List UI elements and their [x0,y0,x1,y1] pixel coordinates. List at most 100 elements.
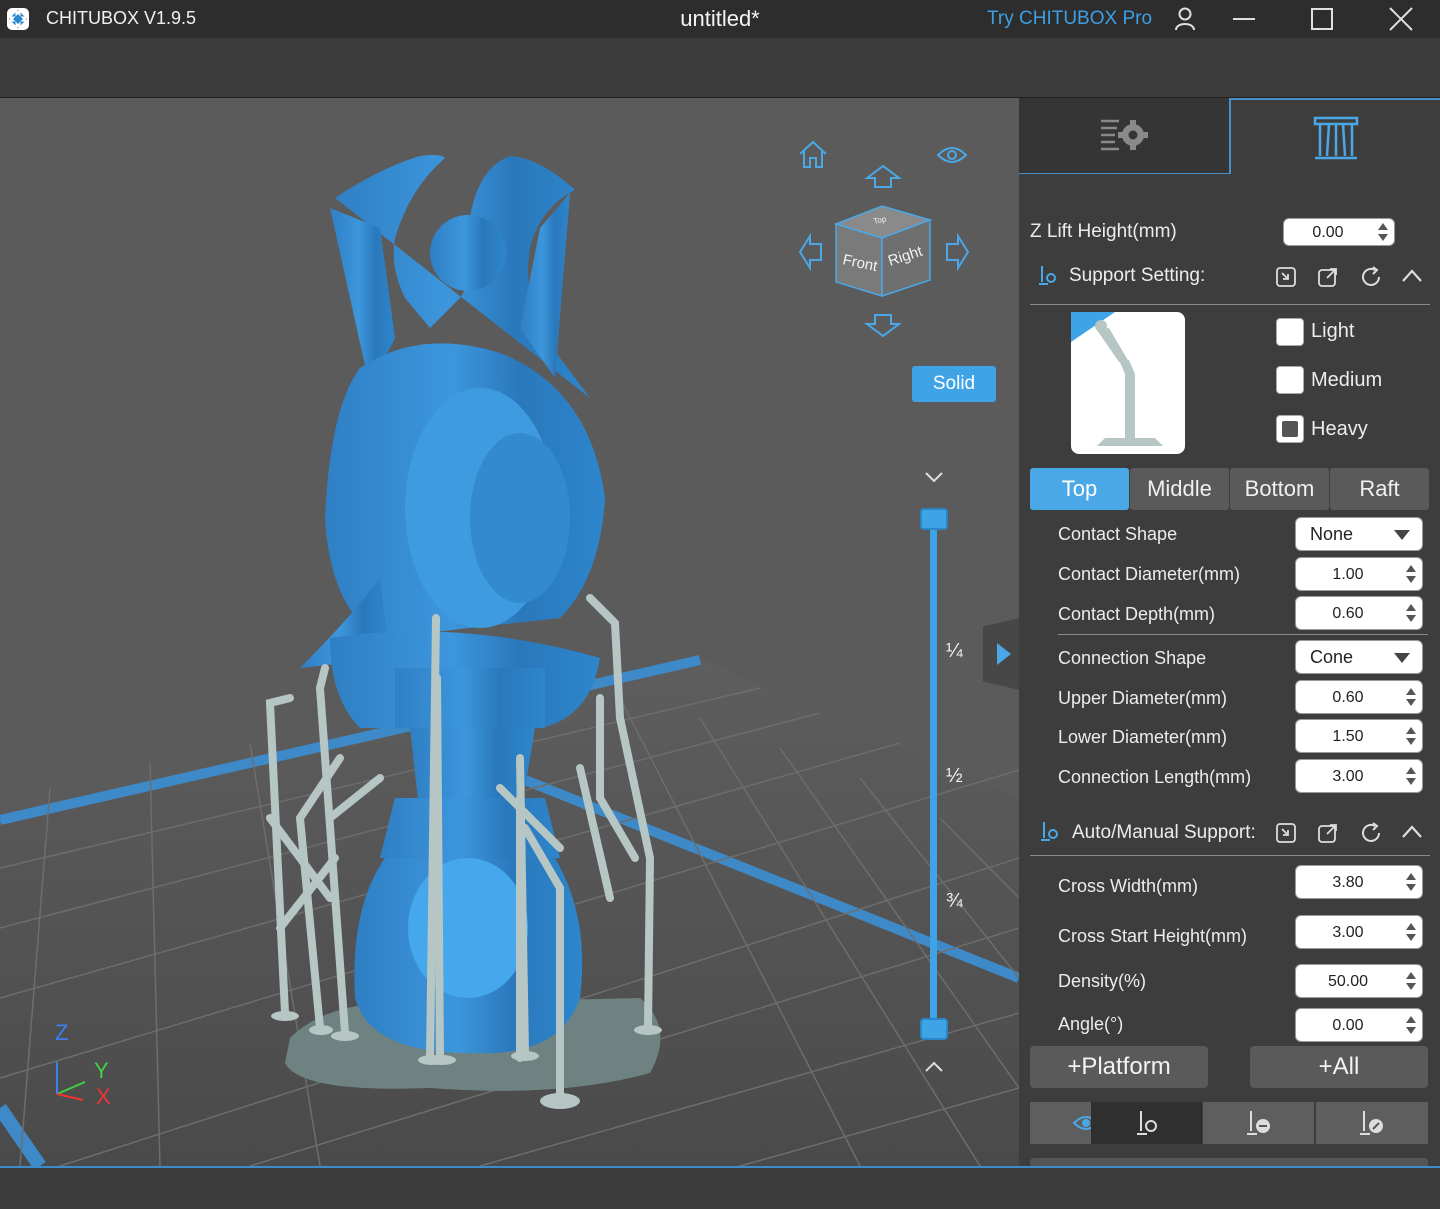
layer-slider-bottom-handle[interactable] [920,1018,948,1040]
maximize-button[interactable] [1304,4,1340,34]
upper-diameter-label: Upper Diameter(mm) [1058,688,1228,708]
panel-scroll-area [1030,1158,1428,1166]
support-preview-image [1071,312,1185,454]
tab-bottom[interactable]: Bottom [1230,468,1329,510]
settings-panel: Z Lift Height(mm) 0.00 Support Setting: … [1019,98,1440,1166]
chitubox-logo-icon [7,8,29,30]
home-view-icon[interactable] [796,138,830,172]
minimize-icon [1233,18,1255,20]
auto-support-icon [1041,822,1058,841]
contact-shape-select[interactable]: None [1295,517,1423,551]
upper-diameter-input[interactable]: 0.60 [1295,680,1423,714]
rotate-left-arrow-icon[interactable] [798,233,824,271]
maximize-icon [1311,8,1333,30]
cross-start-height-input[interactable]: 3.00 [1295,915,1423,949]
angle-input[interactable]: 0.00 [1295,1008,1423,1042]
preset-heavy-label: Heavy [1311,418,1368,440]
import-icon[interactable] [1275,822,1297,844]
lower-diameter-label: Lower Diameter(mm) [1058,727,1228,747]
preset-medium-checkbox[interactable] [1276,366,1304,394]
visibility-eye-icon[interactable] [936,144,968,166]
dropdown-caret-icon [1394,530,1410,540]
export-icon[interactable] [1317,822,1339,844]
add-all-supports-button[interactable]: +All [1250,1046,1428,1088]
layer-slider-top-handle[interactable] [920,508,948,530]
account-button[interactable] [1167,4,1203,34]
rotate-right-arrow-icon[interactable] [944,233,970,271]
tab-middle[interactable]: Middle [1130,468,1229,510]
cross-width-input[interactable]: 3.80 [1295,865,1423,899]
axis-z-label: Z [55,1020,69,1045]
collapse-up-icon[interactable] [1401,268,1423,284]
density-input[interactable]: 50.00 [1295,964,1423,998]
3d-viewport[interactable]: Z Y X Front Right Top Solid ¼ ½ ¾ [0,98,1019,1166]
add-platform-supports-button[interactable]: +Platform [1030,1046,1208,1088]
cross-start-height-label: Cross Start Height(mm) [1058,926,1248,946]
toolbar [0,38,1440,98]
slider-mark-quarter: ¼ [946,640,963,662]
support-setting-title: Support Setting: [1069,265,1206,286]
support-remove-icon [1246,1111,1270,1135]
preset-light-checkbox[interactable] [1276,318,1304,346]
edit-support-tool-button[interactable] [1316,1102,1428,1144]
tab-top[interactable]: Top [1030,468,1129,510]
density-label: Density(%) [1058,971,1147,991]
import-icon[interactable] [1275,266,1297,288]
rotate-up-arrow-icon[interactable] [864,164,902,190]
collapse-up-icon[interactable] [1401,824,1423,840]
close-icon [1389,7,1413,31]
support-edit-icon [1360,1111,1383,1135]
layer-slider-track[interactable] [930,518,937,1030]
preset-medium-label: Medium [1311,369,1383,391]
slider-mark-three-quarter: ¾ [946,890,963,912]
z-lift-label: Z Lift Height(mm) [1030,221,1177,242]
rotate-down-arrow-icon[interactable] [864,312,902,338]
status-bar [0,1166,1440,1209]
chevron-down-icon[interactable] [924,470,944,484]
render-mode-button[interactable]: Solid [912,366,996,402]
export-icon[interactable] [1317,266,1339,288]
z-lift-input[interactable]: 0.00 [1283,218,1395,246]
connection-length-label: Connection Length(mm) [1058,767,1252,787]
preset-heavy-checkbox[interactable] [1276,415,1304,443]
tab-raft[interactable]: Raft [1330,468,1429,510]
axis-y-label: Y [94,1058,109,1083]
support-pillars-icon [1313,116,1358,160]
support-setting-icon [1039,266,1056,285]
angle-label: Angle(°) [1058,1014,1124,1034]
view-cube[interactable]: Front Right Top [832,202,934,298]
chevron-up-icon[interactable] [924,1060,944,1074]
reset-icon[interactable] [1359,821,1383,845]
document-title: untitled* [680,6,760,31]
user-icon [1175,7,1195,31]
close-button[interactable] [1383,4,1419,34]
try-pro-link[interactable]: Try CHITUBOX Pro [987,8,1152,30]
remove-support-tool-button[interactable] [1203,1102,1314,1144]
title-bar: CHITUBOX V1.9.5 untitled* Try CHITUBOX P… [0,0,1440,38]
contact-diameter-input[interactable]: 1.00 [1295,557,1423,591]
reset-icon[interactable] [1359,265,1383,289]
minimize-button[interactable] [1226,4,1262,34]
separator [1030,855,1430,856]
connection-length-input[interactable]: 3.00 [1295,759,1423,793]
lower-diameter-input[interactable]: 1.50 [1295,719,1423,753]
panel-collapse-tab[interactable] [983,618,1019,690]
cross-width-label: Cross Width(mm) [1058,876,1198,896]
add-support-tool-button[interactable] [1091,1102,1202,1144]
contact-diameter-label: Contact Diameter(mm) [1058,564,1241,584]
dropdown-caret-icon [1394,653,1410,663]
contact-depth-input[interactable]: 0.60 [1295,596,1423,630]
slider-mark-half: ½ [946,765,963,787]
settings-list-gear-icon [1101,119,1148,150]
connection-shape-select[interactable]: Cone [1295,640,1423,674]
auto-manual-title: Auto/Manual Support: [1072,822,1256,843]
tab-slice-settings[interactable] [1019,98,1229,174]
separator [1030,304,1430,305]
separator [1058,634,1428,635]
connection-shape-label: Connection Shape [1058,648,1207,668]
contact-shape-label: Contact Shape [1058,524,1178,544]
axis-x-label: X [96,1084,111,1109]
tab-support[interactable] [1229,98,1440,174]
app-title: CHITUBOX V1.9.5 [46,8,197,28]
play-right-icon [997,643,1011,665]
